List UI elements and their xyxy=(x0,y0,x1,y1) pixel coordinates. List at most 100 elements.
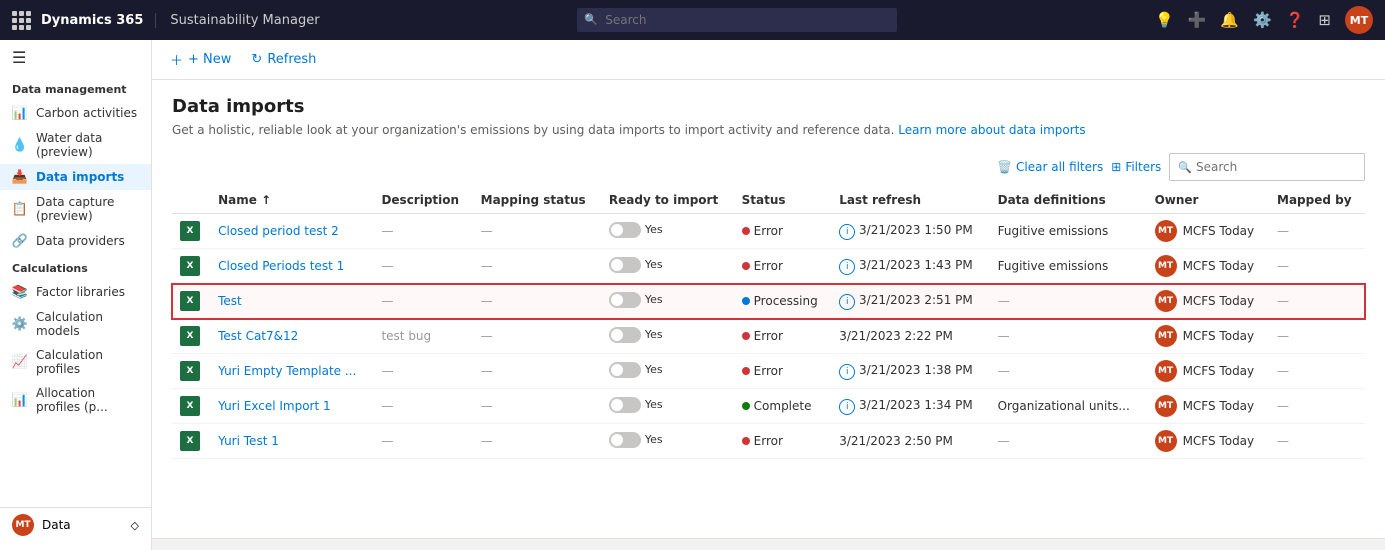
cell-last-refresh: i 3/21/2023 1:50 PM xyxy=(831,214,989,249)
cell-status: Error xyxy=(734,424,832,459)
cell-status: Error xyxy=(734,354,832,389)
info-icon[interactable]: i xyxy=(839,224,855,240)
cell-name[interactable]: Yuri Test 1 xyxy=(210,424,373,459)
cell-name[interactable]: Closed period test 2 xyxy=(210,214,373,249)
cell-owner: MT MCFS Today xyxy=(1147,284,1269,319)
ready-toggle[interactable] xyxy=(609,432,641,448)
layout-icon[interactable]: ⊞ xyxy=(1318,11,1331,29)
table-row[interactable]: X Closed period test 2 — — Yes Error i 3… xyxy=(172,214,1365,249)
help-icon[interactable]: ❓ xyxy=(1286,11,1305,29)
sidebar-item-calculation-models[interactable]: ⚙️ Calculation models xyxy=(0,305,151,343)
col-header-last-refresh[interactable]: Last refresh xyxy=(831,187,989,214)
user-avatar[interactable]: MT xyxy=(1345,6,1373,34)
row-name-link[interactable]: Closed period test 2 xyxy=(218,224,339,238)
cell-last-refresh: i 3/21/2023 1:34 PM xyxy=(831,389,989,424)
cell-description: — xyxy=(373,354,472,389)
table-header-row: Name ↑ Description Mapping status Ready … xyxy=(172,187,1365,214)
learn-more-link[interactable]: Learn more about data imports xyxy=(898,123,1085,137)
brand-label: Dynamics 365 xyxy=(41,13,156,28)
scroll-bar-area[interactable] xyxy=(152,538,1385,550)
col-header-mapped-by[interactable]: Mapped by xyxy=(1269,187,1365,214)
status-dot-icon xyxy=(742,367,750,375)
bell-icon[interactable]: 🔔 xyxy=(1220,11,1239,29)
cell-last-refresh: i 3/21/2023 1:43 PM xyxy=(831,249,989,284)
sidebar-item-data-capture[interactable]: 📋 Data capture (preview) xyxy=(0,190,151,228)
new-button[interactable]: ＋ + New xyxy=(168,46,233,73)
cell-name[interactable]: Yuri Excel Import 1 xyxy=(210,389,373,424)
clear-filters-button[interactable]: 🗑️ Clear all filters xyxy=(997,160,1103,174)
table-row[interactable]: X Yuri Empty Template ... — — Yes Error … xyxy=(172,354,1365,389)
plus-icon[interactable]: ➕ xyxy=(1188,11,1207,29)
toolbar: ＋ + New ↻ Refresh xyxy=(152,40,1385,80)
table-row[interactable]: X Yuri Excel Import 1 — — Yes Complete i… xyxy=(172,389,1365,424)
table-row[interactable]: X Yuri Test 1 — — Yes Error 3/21/2023 2:… xyxy=(172,424,1365,459)
col-header-mapping-status[interactable]: Mapping status xyxy=(473,187,601,214)
cell-last-refresh: i 3/21/2023 2:51 PM xyxy=(831,284,989,319)
row-name-link[interactable]: Test xyxy=(218,294,242,308)
owner-avatar: MT xyxy=(1155,430,1177,452)
cell-name[interactable]: Yuri Empty Template ... xyxy=(210,354,373,389)
col-header-ready[interactable]: Ready to import xyxy=(601,187,734,214)
ready-toggle[interactable] xyxy=(609,292,641,308)
row-name-link[interactable]: Closed Periods test 1 xyxy=(218,259,344,273)
app-launcher-icon[interactable] xyxy=(12,11,31,30)
global-search-input[interactable] xyxy=(577,8,897,32)
filters-button[interactable]: ⊞ Filters xyxy=(1111,160,1161,174)
row-name-link[interactable]: Yuri Empty Template ... xyxy=(218,364,356,378)
info-icon[interactable]: i xyxy=(839,259,855,275)
col-header-description[interactable]: Description xyxy=(373,187,472,214)
col-header-name[interactable] xyxy=(172,187,210,214)
cell-name[interactable]: Test xyxy=(210,284,373,319)
cell-name[interactable]: Test Cat7&12 xyxy=(210,319,373,354)
cell-data-definitions: Organizational units... xyxy=(990,389,1147,424)
ready-toggle[interactable] xyxy=(609,257,641,273)
info-icon[interactable]: i xyxy=(839,364,855,380)
sidebar-toggle[interactable]: ☰ xyxy=(0,40,151,75)
top-navigation: Dynamics 365 Sustainability Manager 🔍 💡 … xyxy=(0,0,1385,40)
row-name-link[interactable]: Yuri Excel Import 1 xyxy=(218,399,331,413)
excel-file-icon: X xyxy=(180,396,200,416)
settings-icon[interactable]: ⚙️ xyxy=(1253,11,1272,29)
sidebar-item-calculation-profiles[interactable]: 📈 Calculation profiles xyxy=(0,343,151,381)
excel-file-icon: X xyxy=(180,221,200,241)
cell-status: Error xyxy=(734,249,832,284)
sidebar-bottom-data[interactable]: MT Data ◇ xyxy=(0,507,151,542)
lightbulb-icon[interactable]: 💡 xyxy=(1155,11,1174,29)
owner-avatar: MT xyxy=(1155,360,1177,382)
info-icon[interactable]: i xyxy=(839,294,855,310)
ready-toggle[interactable] xyxy=(609,327,641,343)
row-name-link[interactable]: Yuri Test 1 xyxy=(218,434,279,448)
col-header-data-definitions[interactable]: Data definitions xyxy=(990,187,1147,214)
refresh-button[interactable]: ↻ Refresh xyxy=(249,48,318,71)
sidebar-section-data-management: Data management xyxy=(0,75,151,100)
cell-owner: MT MCFS Today xyxy=(1147,389,1269,424)
col-header-name-text[interactable]: Name ↑ xyxy=(210,187,373,214)
sidebar: ☰ Data management 📊 Carbon activities 💧 … xyxy=(0,40,152,550)
cell-name[interactable]: Closed Periods test 1 xyxy=(210,249,373,284)
cell-ready: Yes xyxy=(601,354,734,389)
sidebar-item-allocation-profiles[interactable]: 📊 Allocation profiles (p... xyxy=(0,381,151,419)
ready-toggle[interactable] xyxy=(609,362,641,378)
row-name-link[interactable]: Test Cat7&12 xyxy=(218,329,298,343)
table-row[interactable]: X Closed Periods test 1 — — Yes Error i … xyxy=(172,249,1365,284)
sidebar-item-factor-libraries[interactable]: 📚 Factor libraries xyxy=(0,279,151,305)
owner-avatar: MT xyxy=(1155,220,1177,242)
plus-icon: ＋ xyxy=(170,50,183,69)
sidebar-item-carbon-activities[interactable]: 📊 Carbon activities xyxy=(0,100,151,126)
table-search-input[interactable] xyxy=(1196,160,1356,174)
cell-excel-icon: X xyxy=(172,389,210,424)
cell-owner: MT MCFS Today xyxy=(1147,424,1269,459)
sidebar-item-data-imports[interactable]: 📥 Data imports xyxy=(0,164,151,190)
col-header-owner[interactable]: Owner xyxy=(1147,187,1269,214)
info-icon[interactable]: i xyxy=(839,399,855,415)
allocation-profiles-icon: 📊 xyxy=(12,392,28,408)
sidebar-item-data-providers[interactable]: 🔗 Data providers xyxy=(0,228,151,254)
col-header-status[interactable]: Status xyxy=(734,187,832,214)
table-row[interactable]: X Test — — Yes Processing i 3/21/2023 2:… xyxy=(172,284,1365,319)
sidebar-item-water-data[interactable]: 💧 Water data (preview) xyxy=(0,126,151,164)
ready-toggle[interactable] xyxy=(609,397,641,413)
app-name-label: Sustainability Manager xyxy=(166,13,319,28)
ready-toggle[interactable] xyxy=(609,222,641,238)
status-dot-icon xyxy=(742,402,750,410)
table-row[interactable]: X Test Cat7&12 test bug — Yes Error 3/21… xyxy=(172,319,1365,354)
